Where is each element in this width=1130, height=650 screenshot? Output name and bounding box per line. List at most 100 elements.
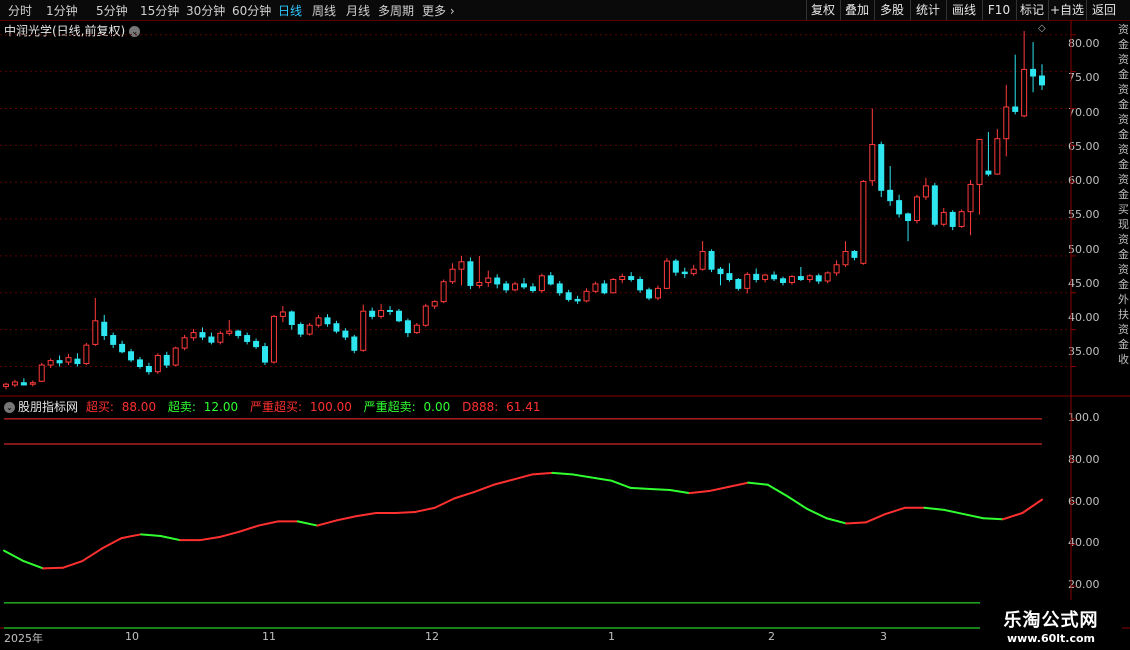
- candle-body-down: [128, 351, 135, 361]
- candle-body-up: [654, 287, 661, 299]
- f10-button[interactable]: F10: [982, 0, 1015, 20]
- d888-segment: [492, 478, 515, 486]
- candle: [806, 274, 813, 283]
- candle-body-down: [110, 335, 117, 345]
- candle: [351, 334, 358, 354]
- price-tick: 50.00: [1068, 243, 1100, 256]
- candle-body-down: [369, 310, 376, 317]
- d888-segment: [433, 497, 456, 509]
- candle: [967, 179, 974, 236]
- date-tick: 2: [768, 630, 775, 643]
- candle: [1030, 42, 1037, 93]
- d888-segment: [570, 473, 593, 479]
- candle-body-down: [574, 298, 581, 302]
- candle-body-up: [869, 144, 876, 182]
- legend-severe-overbought: 严重超买: 100.00: [250, 400, 356, 414]
- chevron-down-icon[interactable]: ⌄: [129, 26, 141, 37]
- d888-segment: [198, 536, 221, 542]
- candle: [431, 300, 438, 310]
- d888-series: [3, 471, 1043, 570]
- candle: [690, 264, 697, 276]
- candle: [3, 382, 9, 390]
- candle-body-down: [949, 211, 956, 227]
- timeframe-fenshi[interactable]: 分时: [8, 2, 32, 19]
- candle-body-up: [190, 332, 197, 339]
- statistics-button[interactable]: 统计: [910, 0, 945, 20]
- mark-button[interactable]: 标记: [1016, 0, 1047, 20]
- candle-body-down: [646, 289, 653, 299]
- candle: [1003, 84, 1010, 157]
- add-watchlist-button[interactable]: +自选: [1048, 0, 1085, 20]
- timeframe-weekly[interactable]: 周线: [312, 2, 336, 19]
- candle-body-up: [967, 183, 974, 213]
- price-tick: 65.00: [1068, 140, 1100, 153]
- chevron-down-icon[interactable]: ⌄: [4, 402, 15, 413]
- timeframe-60min[interactable]: 60分钟: [232, 2, 271, 19]
- indicator-tick: 60.00: [1068, 495, 1100, 508]
- candle-body-down: [628, 276, 635, 281]
- candle-body-up: [226, 330, 233, 334]
- timeframe-multi[interactable]: 多周期: [378, 2, 414, 19]
- timeframe-1min[interactable]: 1分钟: [46, 2, 78, 19]
- candle: [1021, 31, 1028, 118]
- candlestick-series: [3, 31, 1045, 390]
- legend-d888: D888: 61.41: [462, 400, 544, 414]
- side-info-strip[interactable]: 资金资金资金资金资金资金买现资金资金外扶资金收: [1118, 22, 1130, 392]
- timeframe-monthly[interactable]: 月线: [346, 2, 370, 19]
- candle-body-up: [65, 357, 72, 363]
- candle: [467, 257, 474, 290]
- candle: [681, 267, 688, 279]
- price-grid: [0, 34, 1076, 368]
- timeframe-daily[interactable]: 日线: [278, 2, 302, 19]
- d888-segment: [22, 560, 45, 570]
- diamond-icon[interactable]: ◇: [1038, 23, 1046, 34]
- overlay-button[interactable]: 叠加: [840, 0, 873, 20]
- candle: [762, 273, 769, 283]
- candle: [476, 255, 483, 289]
- indicator-name[interactable]: 股朋指标网: [18, 400, 78, 414]
- d888-segment: [962, 513, 985, 520]
- candle-body-up: [619, 276, 626, 281]
- candle: [860, 179, 867, 265]
- timeframe-more[interactable]: 更多 ›: [422, 2, 455, 19]
- candle: [833, 260, 840, 276]
- d888-segment: [982, 517, 1004, 521]
- candle-body-down: [235, 330, 242, 337]
- timeframe-5min[interactable]: 5分钟: [96, 2, 128, 19]
- legend-value: 12.00: [203, 400, 239, 414]
- candle: [574, 295, 581, 304]
- timeframe-15min[interactable]: 15分钟: [140, 2, 179, 19]
- back-button[interactable]: 返回: [1086, 0, 1121, 20]
- d888-segment: [649, 487, 671, 491]
- price-tick: 75.00: [1068, 71, 1100, 84]
- candle-body-down: [74, 358, 81, 365]
- d888-segment: [218, 530, 241, 539]
- candle-body-down: [199, 332, 206, 338]
- indicator-legend: ⌄ 股朋指标网 超买: 88.00 超卖: 12.00 严重超买: 100.00 …: [4, 398, 548, 415]
- draw-line-button[interactable]: 画线: [946, 0, 981, 20]
- candle: [547, 272, 554, 286]
- stock-title[interactable]: 中润光学(日线,前复权) ⌄: [4, 22, 141, 39]
- candle: [458, 255, 465, 286]
- candle-body-up: [1021, 68, 1028, 117]
- candle-body-down: [262, 346, 268, 363]
- legend-label: 严重超买:: [249, 400, 303, 414]
- candle: [610, 278, 617, 294]
- d888-segment: [884, 506, 906, 516]
- timeframe-30min[interactable]: 30分钟: [186, 2, 225, 19]
- candle: [958, 209, 965, 228]
- fuquan-button[interactable]: 复权: [806, 0, 839, 20]
- candle-body-down: [253, 340, 260, 348]
- candle: [378, 303, 385, 319]
- candle: [297, 322, 304, 338]
- candle: [208, 332, 215, 345]
- d888-segment: [668, 489, 691, 495]
- candle-body-down: [395, 310, 402, 322]
- candle: [83, 342, 90, 366]
- date-tick: 1: [608, 630, 615, 643]
- multi-stock-button[interactable]: 多股: [874, 0, 909, 20]
- candle-body-up: [958, 211, 965, 227]
- legend-value: 0.00: [423, 400, 451, 414]
- candle: [672, 258, 679, 276]
- candle: [753, 268, 760, 283]
